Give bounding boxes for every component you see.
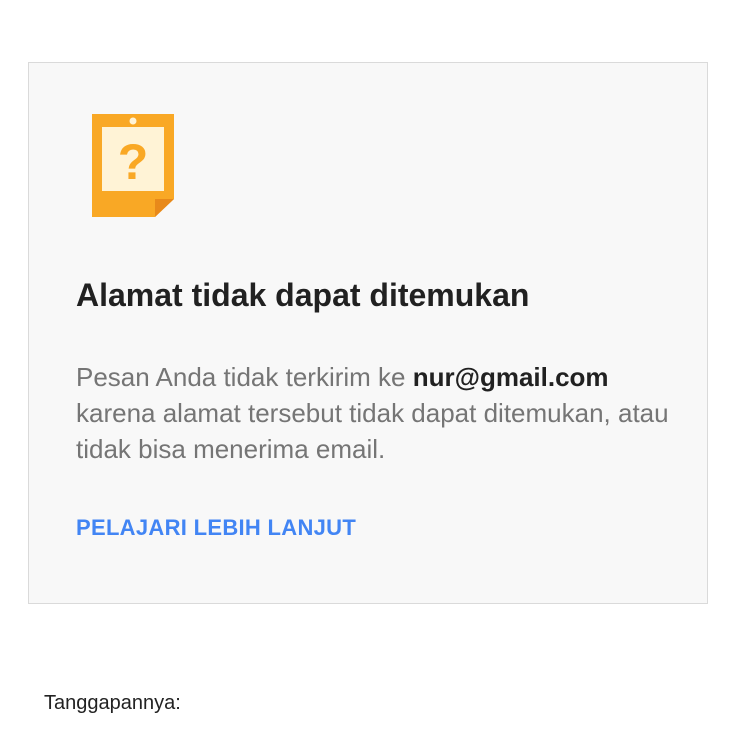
reply-label: Tanggapannya: — [44, 692, 181, 714]
error-message: Pesan Anda tidak terkirim ke nur@gmail.c… — [76, 359, 676, 467]
question-mark-glyph: ? — [118, 134, 149, 190]
bounce-notice-card: ? Alamat tidak dapat ditemukan Pesan And… — [28, 62, 708, 604]
error-title: Alamat tidak dapat ditemukan — [76, 277, 530, 313]
message-prefix: Pesan Anda tidak terkirim ke — [76, 362, 413, 392]
message-suffix: karena alamat tersebut tidak dapat ditem… — [76, 398, 669, 464]
recipient-email: nur@gmail.com — [412, 362, 609, 392]
learn-more-link[interactable]: PELAJARI LEBIH LANJUT — [76, 515, 356, 541]
question-note-icon: ? — [89, 111, 179, 223]
